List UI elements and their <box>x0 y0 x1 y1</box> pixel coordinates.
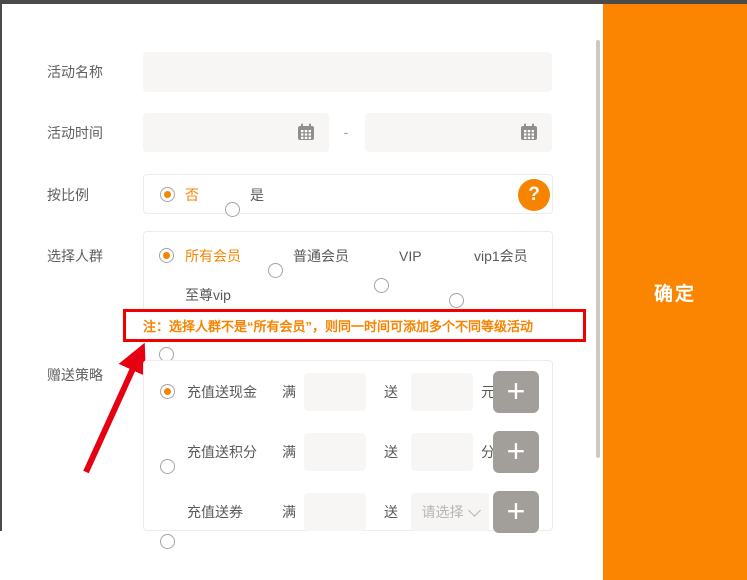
cash-gift-input[interactable] <box>411 373 473 411</box>
radio-normal-members[interactable] <box>268 263 283 278</box>
mid-text: 送 <box>384 384 398 400</box>
radio-vip1-label[interactable]: vip1会员 <box>474 248 528 264</box>
side-panel: 确定 <box>603 4 747 580</box>
radio-recharge-points[interactable] <box>160 459 175 474</box>
strategy-label: 赠送策略 <box>47 367 103 383</box>
mid-text: 送 <box>384 444 398 460</box>
points-threshold-input[interactable] <box>304 433 366 471</box>
activity-name-input[interactable] <box>143 52 552 92</box>
window-left-edge <box>0 4 2 531</box>
chevron-down-icon <box>468 504 481 517</box>
confirm-button[interactable]: 确定 <box>654 279 696 306</box>
radio-recharge-points-label[interactable]: 充值送积分 <box>187 444 257 460</box>
vertical-scrollbar[interactable] <box>596 40 600 458</box>
coupon-threshold-input[interactable] <box>304 493 366 531</box>
radio-all-members-label[interactable]: 所有会员 <box>185 248 241 264</box>
help-icon[interactable]: ? <box>518 179 550 211</box>
radio-vip1[interactable] <box>449 293 464 308</box>
ratio-label: 按比例 <box>47 187 89 203</box>
strategy-group: 充值送现金 满 送 元 + 充值送积分 满 送 分 + 充值送券 满 送 请选择… <box>143 360 553 531</box>
end-date-input[interactable] <box>365 113 552 152</box>
audience-group: 所有会员 普通会员 VIP vip1会员 至尊vip <box>143 231 553 312</box>
add-points-rule-button[interactable]: + <box>493 431 539 473</box>
coupon-select-placeholder: 请选择 <box>422 502 464 522</box>
cond-text: 满 <box>282 444 296 460</box>
radio-vip[interactable] <box>374 278 389 293</box>
audience-label: 选择人群 <box>47 248 103 264</box>
date-range-separator: - <box>334 124 358 140</box>
radio-recharge-cash[interactable] <box>160 384 175 399</box>
add-coupon-rule-button[interactable]: + <box>493 491 539 533</box>
cond-text: 满 <box>282 384 296 400</box>
coupon-select-dropdown[interactable]: 请选择 <box>411 493 489 531</box>
note-text: 注：选择人群不是“所有会员”，则同一时间可添加多个不同等级活动 <box>126 316 533 335</box>
radio-supreme-vip-label[interactable]: 至尊vip <box>185 287 231 303</box>
radio-normal-members-label[interactable]: 普通会员 <box>293 248 349 264</box>
activity-time-label: 活动时间 <box>47 125 103 141</box>
radio-no-label[interactable]: 否 <box>185 187 199 203</box>
radio-no[interactable] <box>160 187 175 202</box>
radio-vip-label[interactable]: VIP <box>399 248 422 264</box>
cond-text: 满 <box>282 504 296 520</box>
ratio-group: 否 是 ? <box>143 174 553 214</box>
radio-yes-label[interactable]: 是 <box>250 187 264 203</box>
mid-text: 送 <box>384 504 398 520</box>
note-annotation-box: 注：选择人群不是“所有会员”，则同一时间可添加多个不同等级活动 <box>123 309 586 342</box>
activity-name-label: 活动名称 <box>47 64 103 80</box>
radio-recharge-cash-label[interactable]: 充值送现金 <box>187 384 257 400</box>
radio-recharge-coupon[interactable] <box>160 534 175 549</box>
add-cash-rule-button[interactable]: + <box>493 371 539 413</box>
cash-threshold-input[interactable] <box>304 373 366 411</box>
start-date-input[interactable] <box>143 113 329 152</box>
radio-recharge-coupon-label[interactable]: 充值送券 <box>187 504 243 520</box>
radio-all-members[interactable] <box>159 248 174 263</box>
points-gift-input[interactable] <box>411 433 473 471</box>
radio-yes[interactable] <box>225 202 240 217</box>
